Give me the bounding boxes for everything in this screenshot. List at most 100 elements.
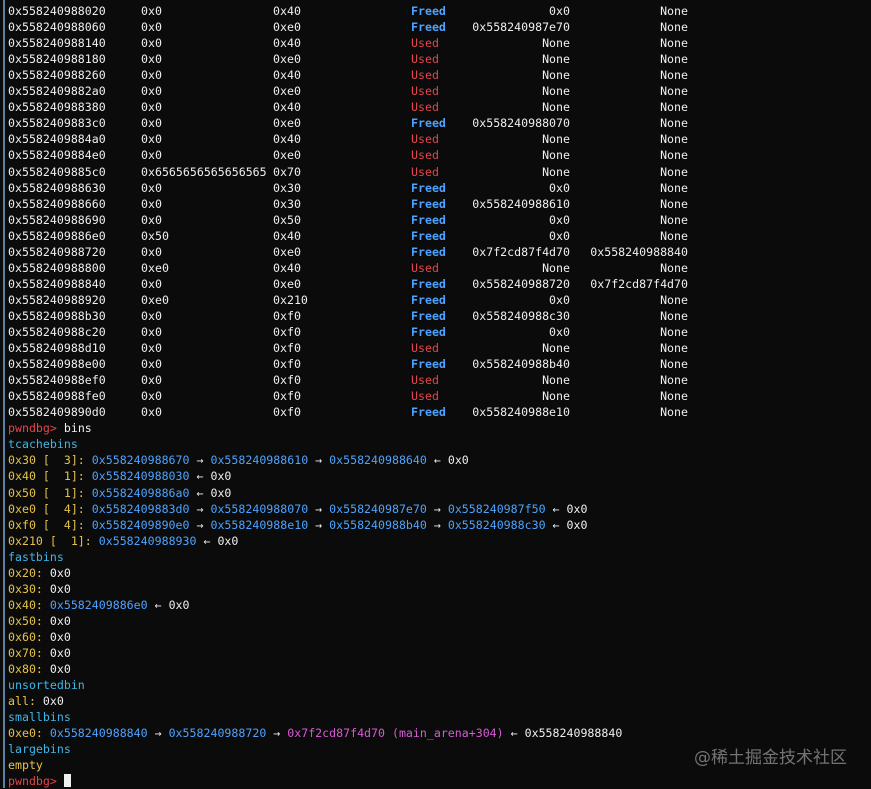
chunk-address: 0x558240988fe0 — [8, 389, 106, 404]
arrow-left-icon: ← — [426, 453, 448, 468]
chunk-prev-size: 0x0 — [141, 196, 162, 211]
section-header: largebins — [8, 741, 71, 757]
bin-size: 0xe0: — [8, 726, 43, 741]
chain-end: 0x0 — [566, 501, 588, 516]
chunk-pointer: 0x558240988720 — [168, 726, 267, 741]
chunk-bk: None — [660, 196, 688, 211]
chunk-address: 0x558240988c20 — [8, 325, 106, 339]
text-cursor[interactable] — [63, 774, 71, 788]
list-item: 0x30: 0x0 — [8, 581, 71, 597]
list-item: 0x40 [ 1]: 0x558240988030 ← 0x0 — [8, 468, 231, 484]
chunk-address: 0x5582409882a0 — [8, 84, 106, 99]
chunk-size: 0xf0 — [273, 325, 301, 339]
chunk-size: 0x40 — [273, 4, 301, 18]
chunk-address: 0x558240988d10 — [8, 341, 106, 356]
arrow-right-icon: → — [426, 501, 448, 516]
list-item: all: 0x0 — [8, 693, 64, 709]
chunk-size: 0x40 — [273, 68, 301, 83]
chunk-prev-size: 0xe0 — [141, 292, 169, 307]
chunk-address: 0x558240988800 — [8, 260, 106, 275]
main-arena-pointer: 0x7f2cd87f4d70 (main_arena+304) — [287, 726, 504, 741]
chunk-bk: None — [660, 36, 688, 51]
chunk-address: 0x558240988840 — [8, 276, 106, 291]
chunk-size: 0x40 — [273, 228, 301, 243]
chunk-size: 0x40 — [273, 132, 301, 147]
arrow-right-icon: → — [308, 501, 330, 516]
chunk-size: 0xe0 — [273, 148, 301, 163]
chunk-address: 0x5582409886e0 — [8, 228, 106, 243]
chunk-prev-size: 0x0 — [141, 132, 162, 147]
bin-count: [ 3]: — [42, 453, 85, 468]
chunk-bk: None — [660, 116, 688, 131]
section-header: unsortedbin — [8, 677, 85, 693]
bin-count: [ 4]: — [42, 517, 85, 532]
chunk-pointer: 0x558240987e70 — [329, 501, 427, 516]
chunk-pointer: 0x558240988b40 — [329, 517, 427, 532]
chunk-bk: None — [660, 325, 688, 339]
chunk-size: 0xe0 — [273, 244, 301, 259]
chunk-prev-size: 0x0 — [141, 357, 162, 372]
chunk-prev-size: 0x0 — [141, 373, 162, 388]
chunk-bk: None — [660, 68, 688, 83]
bin-size: 0x50 — [8, 485, 36, 500]
chain-end: 0x0 — [447, 453, 469, 468]
chunk-prev-size: 0x0 — [141, 20, 162, 35]
chunk-bk: None — [660, 308, 688, 323]
chunk-address: 0x558240988060 — [8, 20, 106, 35]
arrow-right-icon: → — [189, 453, 211, 468]
chunk-prev-size: 0x0 — [141, 100, 162, 115]
chain-end: 0x0 — [168, 597, 190, 612]
arrow-left-icon: ← — [147, 597, 169, 612]
chunk-bk: None — [660, 84, 688, 99]
command-text: bins — [63, 421, 92, 436]
chunk-pointer: 0x558240988030 — [91, 469, 190, 484]
list-item: 0x70: 0x0 — [8, 645, 71, 661]
chunk-prev-size: 0x0 — [141, 325, 162, 339]
bin-value: 0x0 — [49, 646, 71, 660]
chunk-bk: None — [660, 20, 688, 35]
bin-size: 0x20: — [8, 565, 43, 580]
arrow-left-icon: ← — [189, 485, 211, 500]
chunk-size: 0xf0 — [273, 389, 301, 404]
chain-end: 0x0 — [210, 485, 232, 500]
arrow-left-icon: ← — [503, 726, 525, 741]
chunk-bk: None — [660, 357, 688, 372]
section-header: smallbins — [8, 709, 71, 725]
chunk-address: 0x5582409884e0 — [8, 148, 106, 163]
chunk-prev-size: 0x0 — [141, 308, 162, 323]
list-item: 0xe0 [ 4]: 0x5582409883d0 → 0x5582409880… — [8, 501, 587, 517]
list-item: 0x30 [ 3]: 0x558240988670 → 0x5582409886… — [8, 452, 469, 468]
chunk-size: 0xf0 — [273, 405, 301, 420]
list-item: 0x20: 0x0 — [8, 565, 71, 581]
chunk-address: 0x558240988660 — [8, 196, 106, 211]
chunk-bk: None — [660, 148, 688, 163]
bin-size: all: — [8, 694, 36, 709]
chunk-size: 0xe0 — [273, 20, 301, 35]
chunk-size: 0xf0 — [273, 373, 301, 388]
chunk-pointer: 0x5582409886a0 — [91, 485, 190, 500]
chunk-size: 0xe0 — [273, 276, 301, 291]
chunk-pointer: 0x558240987f50 — [447, 501, 546, 516]
chunk-prev-size: 0xe0 — [141, 260, 169, 275]
arrow-left-icon: ← — [545, 517, 567, 532]
bin-count: [ 1]: — [42, 469, 85, 484]
bin-size: 0x40: — [8, 597, 43, 612]
chunk-pointer: 0x5582409883d0 — [91, 501, 190, 516]
chunk-pointer: 0x558240988670 — [91, 453, 190, 468]
chunk-prev-size: 0x50 — [141, 228, 169, 243]
bin-count: [ 1]: — [49, 533, 92, 548]
chunk-prev-size: 0x0 — [141, 52, 162, 67]
list-item: 0x80: 0x0 — [8, 661, 71, 677]
bin-size: 0xe0 — [8, 501, 36, 516]
bin-value: 0x0 — [42, 694, 64, 709]
list-item: 0x50: 0x0 — [8, 613, 71, 629]
chunk-size: 0xe0 — [273, 52, 301, 67]
chunk-size: 0x40 — [273, 100, 301, 115]
prompt: pwndbg> — [8, 774, 57, 789]
bin-size: 0x80: — [8, 662, 43, 677]
terminal-window[interactable]: 0x558240988020 0x0 0x40 Freed 0x0 None 0x55824… — [0, 0, 871, 788]
list-item: empty — [8, 757, 43, 773]
chunk-prev-size: 0x0 — [141, 405, 162, 420]
bin-size: 0x210 — [8, 533, 43, 548]
list-item: 0xe0: 0x558240988840 → 0x558240988720 → … — [8, 725, 622, 741]
